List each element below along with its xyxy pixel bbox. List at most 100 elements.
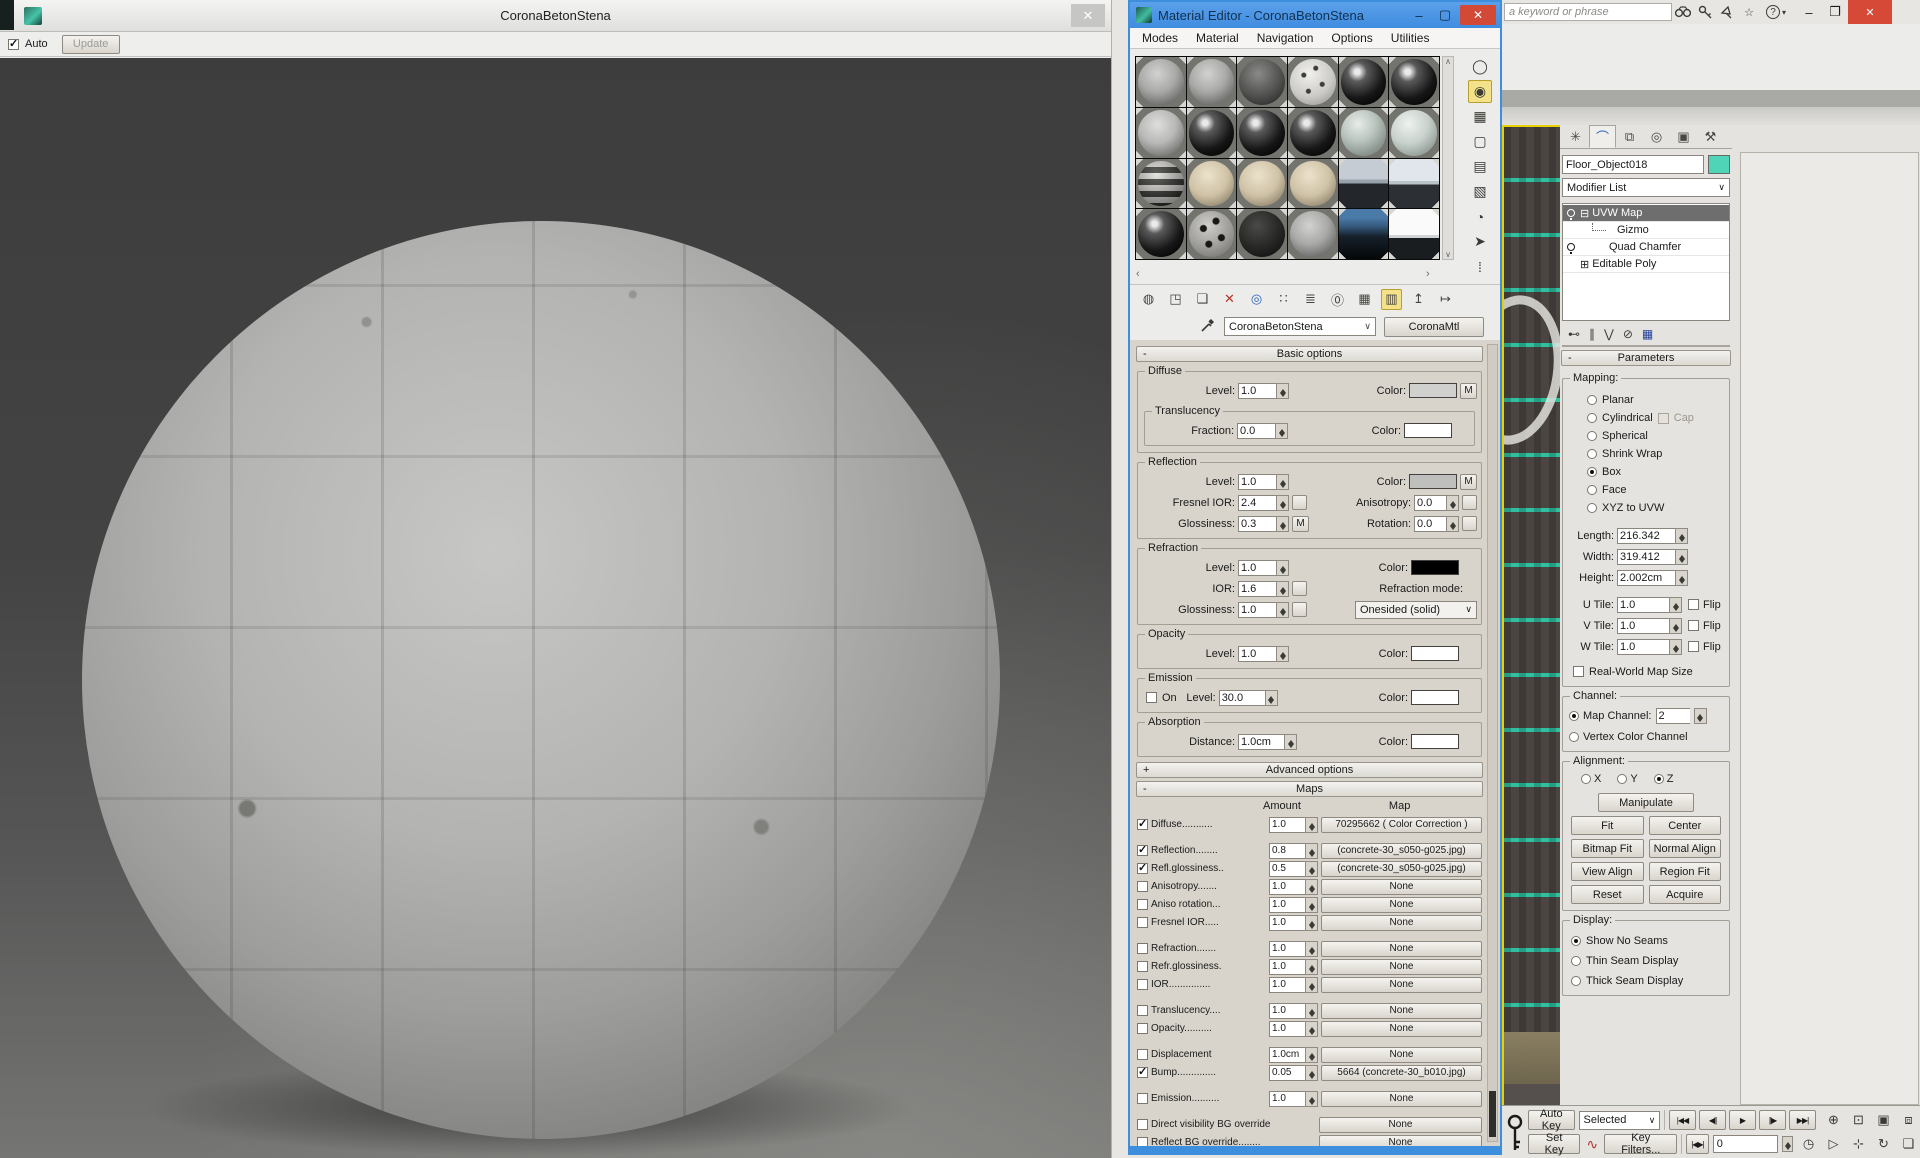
map-amount-spinner[interactable]	[1305, 1047, 1318, 1063]
map-amount-spinner[interactable]	[1305, 977, 1318, 993]
map-slot-button[interactable]: None	[1321, 1021, 1482, 1037]
time-configuration-icon[interactable]: ◷	[1797, 1134, 1820, 1154]
map-amount-spinner[interactable]	[1305, 941, 1318, 957]
maps-rollout-header[interactable]: - Maps	[1136, 781, 1483, 797]
map-amount-field[interactable]: 1.0	[1269, 959, 1305, 975]
scrollbar-thumb[interactable]	[1489, 1091, 1496, 1137]
opacity-level-field[interactable]: 1.0	[1238, 646, 1276, 662]
material-sample-slot[interactable]	[1237, 57, 1287, 107]
diffuse-color-swatch[interactable]	[1409, 383, 1457, 398]
w-tile-spinner[interactable]	[1669, 639, 1682, 655]
map-channel-field[interactable]: 2	[1656, 708, 1690, 724]
translucency-color-swatch[interactable]	[1404, 423, 1452, 438]
close-button[interactable]: ✕	[1848, 0, 1892, 24]
zoom-extents-icon[interactable]: ▣	[1872, 1110, 1895, 1130]
map-enable-checkbox[interactable]	[1137, 819, 1148, 830]
align-button[interactable]: View Align	[1571, 862, 1644, 881]
parameters-rollout-header[interactable]: - Parameters	[1561, 350, 1731, 366]
map-slot-button[interactable]: (concrete-30_s050-g025.jpg)	[1321, 861, 1482, 877]
map-slot-button[interactable]: None	[1319, 1135, 1482, 1147]
rotation-spinner[interactable]	[1446, 516, 1459, 532]
material-sample-slot[interactable]	[1389, 57, 1439, 107]
assign-to-selection-icon[interactable]: ❑	[1192, 289, 1213, 310]
ior-map-button[interactable]	[1292, 581, 1307, 596]
key-filters-button[interactable]: Key Filters...	[1604, 1134, 1677, 1154]
map-amount-field[interactable]: 1.0	[1269, 1021, 1305, 1037]
seam-display-radio[interactable]	[1571, 956, 1581, 966]
map-amount-spinner[interactable]	[1305, 1091, 1318, 1107]
go-forward-sibling-icon[interactable]: ↦	[1435, 289, 1456, 310]
scroll-up-icon[interactable]: ∧	[1445, 57, 1451, 66]
material-sample-slot[interactable]	[1288, 57, 1338, 107]
mapping-radio[interactable]	[1587, 395, 1597, 405]
emission-level-field[interactable]: 30.0	[1219, 690, 1265, 706]
height-field[interactable]: 2.002cm	[1617, 570, 1675, 586]
map-amount-spinner[interactable]	[1305, 915, 1318, 931]
material-sample-slot[interactable]	[1136, 209, 1186, 259]
current-frame-field[interactable]: 0	[1713, 1135, 1778, 1153]
maximize-viewport-toggle-icon[interactable]: ❏	[1897, 1134, 1920, 1154]
length-spinner[interactable]	[1675, 528, 1688, 544]
advanced-options-rollout-header[interactable]: + Advanced options	[1136, 762, 1483, 778]
height-spinner[interactable]	[1675, 570, 1688, 586]
map-enable-checkbox[interactable]	[1137, 943, 1148, 954]
map-slot-button[interactable]: None	[1321, 1091, 1482, 1107]
map-amount-spinner[interactable]	[1305, 1021, 1318, 1037]
restore-button[interactable]: ❐	[1822, 2, 1848, 22]
material-sample-slot[interactable]	[1389, 209, 1439, 259]
axis-radio[interactable]	[1654, 774, 1664, 784]
refraction-glossiness-spinner[interactable]	[1276, 602, 1289, 618]
map-slot-button[interactable]: None	[1321, 915, 1482, 931]
diffuse-level-field[interactable]: 1.0	[1238, 383, 1276, 399]
put-to-library-icon[interactable]: ≣	[1300, 289, 1321, 310]
map-enable-checkbox[interactable]	[1137, 1049, 1148, 1060]
w-flip-checkbox[interactable]	[1688, 641, 1699, 652]
map-amount-field[interactable]: 0.8	[1269, 843, 1305, 859]
align-button[interactable]: Reset	[1571, 885, 1644, 904]
scroll-down-icon[interactable]: ∨	[1445, 250, 1451, 259]
fresnel-ior-field[interactable]: 2.4	[1238, 495, 1276, 511]
map-slot-button[interactable]: None	[1321, 959, 1482, 975]
material-sample-slot[interactable]	[1237, 108, 1287, 158]
map-enable-checkbox[interactable]	[1137, 899, 1148, 910]
search-input[interactable]: a keyword or phrase	[1504, 3, 1672, 21]
v-flip-checkbox[interactable]	[1688, 620, 1699, 631]
communication-satellite-icon[interactable]	[1716, 2, 1738, 22]
menu-item[interactable]: Material	[1196, 31, 1239, 45]
map-amount-spinner[interactable]	[1305, 1003, 1318, 1019]
slot-scrollbar[interactable]: ∧ ∨	[1442, 56, 1454, 260]
mapping-radio[interactable]	[1587, 413, 1597, 423]
object-color-swatch[interactable]	[1708, 155, 1730, 174]
refraction-glossiness-map-button[interactable]	[1292, 602, 1307, 617]
reflection-color-map-button[interactable]: M	[1460, 474, 1477, 490]
play-selected-icon[interactable]: ▷	[1822, 1134, 1845, 1154]
rotation-field[interactable]: 0.0	[1414, 516, 1446, 532]
set-key-button[interactable]: Set Key	[1528, 1134, 1580, 1154]
zoom-icon[interactable]: ⊕	[1822, 1110, 1845, 1130]
play-icon[interactable]: ▶	[1729, 1110, 1756, 1130]
tab-motion[interactable]: ◎	[1643, 125, 1670, 148]
make-unique-icon[interactable]: ∷	[1273, 289, 1294, 310]
material-sample-slot[interactable]	[1237, 209, 1287, 259]
map-channel-spinner[interactable]	[1694, 708, 1707, 724]
auto-update-checkbox[interactable]	[8, 39, 19, 50]
help-icon[interactable]: ? ▾	[1766, 5, 1786, 19]
map-enable-checkbox[interactable]	[1137, 1005, 1148, 1016]
map-enable-checkbox[interactable]	[1137, 1119, 1148, 1130]
pan-icon[interactable]: ⊹	[1847, 1134, 1870, 1154]
material-id-channel-icon[interactable]: ⓪	[1327, 289, 1348, 310]
background-checker-icon[interactable]: ▦	[1468, 105, 1492, 128]
material-name-dropdown[interactable]: CoronaBetonStena ∨	[1224, 317, 1376, 336]
seam-display-radio[interactable]	[1571, 936, 1581, 946]
v-tile-field[interactable]: 1.0	[1617, 618, 1669, 634]
options-icon[interactable]: ◔	[1468, 205, 1492, 228]
map-amount-field[interactable]: 1.0cm	[1269, 1047, 1305, 1063]
material-sample-slot[interactable]	[1136, 159, 1186, 209]
map-slot-button[interactable]: None	[1321, 879, 1482, 895]
map-enable-checkbox[interactable]	[1137, 979, 1148, 990]
zoom-region-icon[interactable]: ⊡	[1847, 1110, 1870, 1130]
modifier-stack-row[interactable]: Gizmo	[1563, 222, 1729, 239]
map-amount-spinner[interactable]	[1305, 817, 1318, 833]
show-end-result-stack-icon[interactable]: ∥	[1589, 327, 1595, 341]
orbit-icon[interactable]: ↻	[1872, 1134, 1895, 1154]
